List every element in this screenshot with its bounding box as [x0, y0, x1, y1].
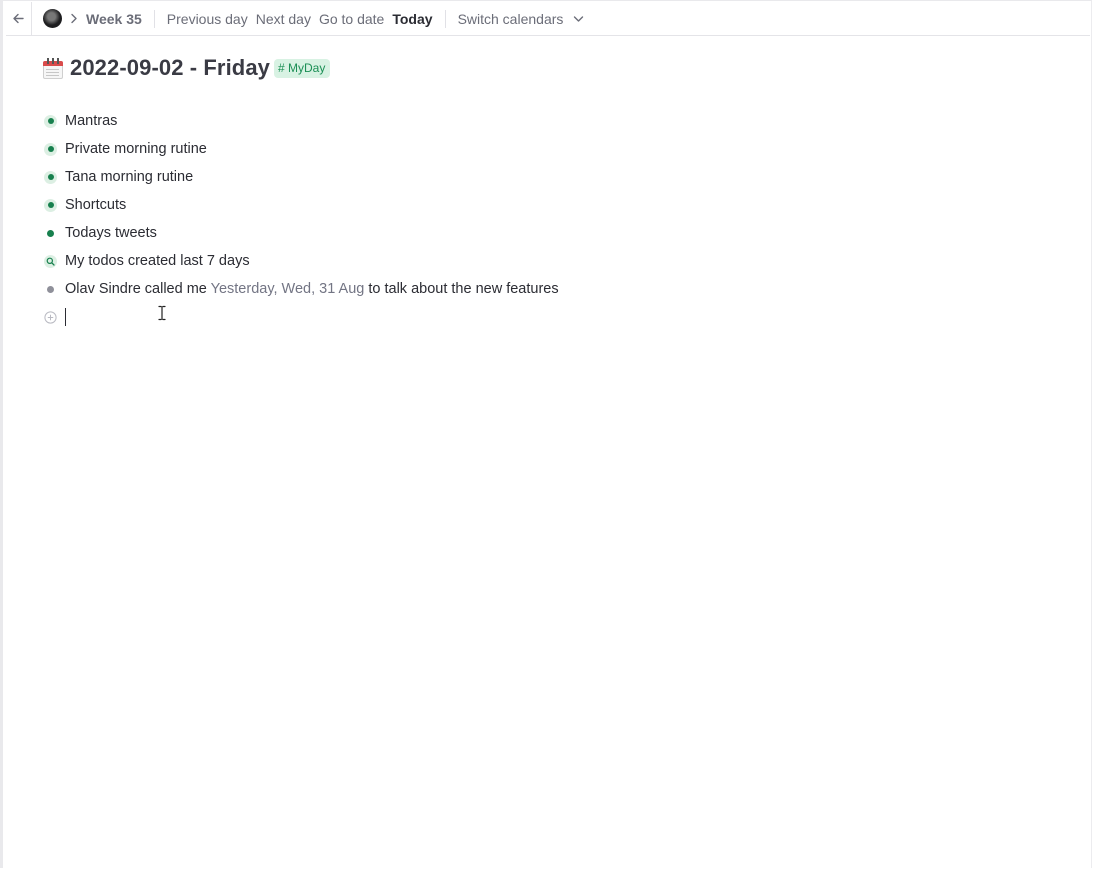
collapsed-bullet-icon[interactable] — [43, 114, 58, 129]
collapsed-bullet-icon[interactable] — [43, 142, 58, 157]
chevron-right-icon — [70, 13, 78, 24]
page-title[interactable]: 2022-09-02 - Friday — [70, 55, 270, 81]
list-item[interactable]: Todays tweets — [43, 219, 559, 247]
switch-calendars-button[interactable]: Switch calendars — [458, 11, 585, 27]
chevron-down-icon — [573, 15, 584, 23]
outline: Mantras Private morning rutine Tana morn… — [43, 107, 559, 331]
call-text-prefix: Olav Sindre called me — [65, 281, 207, 297]
app-window: Week 35 Previous day Next day Go to date… — [0, 0, 1092, 868]
search-node[interactable]: My todos created last 7 days — [43, 247, 559, 275]
breadcrumb-week[interactable]: Week 35 — [86, 11, 142, 27]
divider — [444, 9, 446, 28]
divider — [153, 9, 155, 28]
arrow-left-icon — [13, 13, 24, 24]
calendar-emoji-icon — [43, 57, 63, 79]
bullet-icon[interactable] — [43, 282, 58, 297]
list-item[interactable]: Shortcuts — [43, 191, 559, 219]
node-text[interactable]: Todays tweets — [65, 225, 157, 241]
text-caret — [65, 308, 66, 326]
collapsed-bullet-icon[interactable] — [43, 170, 58, 185]
next-day-button[interactable]: Next day — [256, 11, 311, 27]
top-navigation-bar: Week 35 Previous day Next day Go to date… — [6, 2, 1090, 36]
list-item[interactable]: Mantras — [43, 107, 559, 135]
node-text[interactable]: Shortcuts — [65, 197, 126, 213]
page-header: 2022-09-02 - Friday # MyDay — [43, 55, 331, 81]
user-avatar[interactable] — [43, 9, 62, 28]
node-text[interactable]: Tana morning rutine — [65, 169, 193, 185]
plus-circle-icon[interactable] — [43, 310, 58, 325]
call-text-suffix: to talk about the new features — [368, 281, 559, 297]
list-item[interactable]: Tana morning rutine — [43, 163, 559, 191]
search-icon[interactable] — [43, 254, 58, 269]
myday-tag[interactable]: # MyDay — [274, 58, 331, 78]
collapsed-bullet-icon[interactable] — [43, 198, 58, 213]
new-node-input[interactable] — [43, 303, 559, 331]
date-reference[interactable]: Yesterday, Wed, 31 Aug — [211, 281, 365, 297]
go-to-date-button[interactable]: Go to date — [319, 11, 384, 27]
node-text[interactable]: My todos created last 7 days — [65, 253, 250, 269]
list-item[interactable]: Private morning rutine — [43, 135, 559, 163]
today-button[interactable]: Today — [392, 11, 432, 27]
switch-calendars-label: Switch calendars — [457, 10, 564, 27]
node-text[interactable]: Olav Sindre called me Yesterday, Wed, 31… — [65, 281, 559, 297]
ibeam-cursor-icon — [158, 305, 166, 326]
bullet-icon[interactable] — [43, 226, 58, 241]
previous-day-button[interactable]: Previous day — [167, 11, 248, 27]
back-button[interactable] — [6, 2, 32, 35]
node-text[interactable]: Private morning rutine — [65, 141, 207, 157]
node-text[interactable]: Mantras — [65, 113, 117, 129]
list-item[interactable]: Olav Sindre called me Yesterday, Wed, 31… — [43, 275, 559, 303]
